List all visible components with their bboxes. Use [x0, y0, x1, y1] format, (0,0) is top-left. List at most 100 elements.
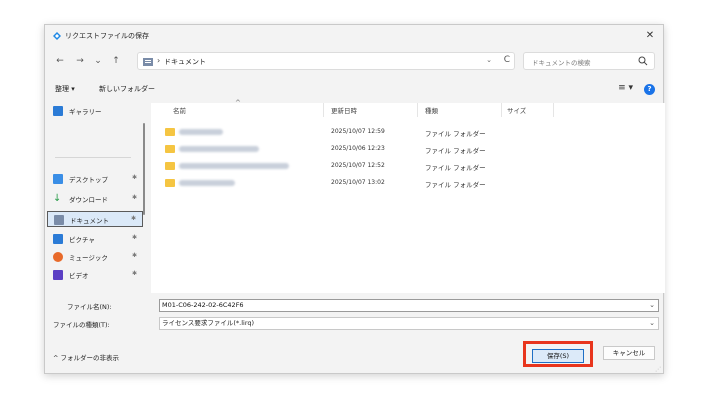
- save-button[interactable]: 保存(S): [532, 349, 584, 363]
- breadcrumb-documents[interactable]: ドキュメント: [164, 57, 206, 67]
- filetype-label: ファイルの種類(T):: [53, 321, 110, 329]
- app-diamond-icon: [53, 32, 61, 40]
- column-header-type[interactable]: 種類: [425, 105, 438, 115]
- redacted-filename: [179, 146, 259, 152]
- row-type: ファイル フォルダー: [425, 130, 486, 138]
- navigation-bar: ← → ⌄ ↑ › ドキュメント ⌄ C ドキュメントの検索: [45, 49, 663, 73]
- row-date: 2025/10/07 12:59: [331, 128, 385, 135]
- search-placeholder: ドキュメントの検索: [532, 59, 591, 67]
- pin-icon: ✱: [131, 252, 137, 259]
- sidebar-item-documents[interactable]: ドキュメント ✱: [47, 211, 143, 227]
- sort-ascending-icon: ^: [235, 99, 241, 107]
- refresh-button[interactable]: C: [504, 55, 510, 65]
- sidebar-item-pictures[interactable]: ピクチャ ✱: [47, 231, 143, 247]
- sidebar-divider: [55, 157, 131, 158]
- row-date: 2025/10/07 13:02: [331, 179, 385, 186]
- row-type: ファイル フォルダー: [425, 164, 486, 172]
- download-icon: ↓: [53, 193, 62, 204]
- save-file-dialog: リクエストファイルの保存 ✕ ← → ⌄ ↑ › ドキュメント ⌄ C ドキュメ…: [44, 24, 665, 375]
- organize-menu[interactable]: 整理 ▾: [55, 84, 75, 94]
- dialog-footer: ^ フォルダーの非表示 保存(S) キャンセル ⋰: [45, 337, 663, 375]
- table-row[interactable]: 2025/10/07 12:52 ファイル フォルダー: [151, 159, 571, 173]
- title-bar: リクエストファイルの保存 ✕: [45, 25, 663, 47]
- sidebar-item-label: ドキュメント: [70, 217, 109, 225]
- dialog-title: リクエストファイルの保存: [65, 32, 149, 40]
- sidebar-item-label: デスクトップ: [69, 176, 108, 184]
- redacted-filename: [179, 180, 235, 186]
- sidebar-item-label: ダウンロード: [69, 196, 108, 204]
- column-header-modified[interactable]: 更新日時: [331, 105, 357, 115]
- resize-grip-icon[interactable]: ⋰: [655, 366, 661, 373]
- forward-button[interactable]: →: [73, 53, 87, 69]
- desktop-icon: [53, 174, 63, 184]
- filename-label: ファイル名(N):: [67, 303, 112, 311]
- row-date: 2025/10/07 12:52: [331, 162, 385, 169]
- row-date: 2025/10/06 12:23: [331, 145, 385, 152]
- new-folder-button[interactable]: 新しいフォルダー: [99, 84, 155, 94]
- folder-icon: [165, 179, 175, 187]
- up-button[interactable]: ↑: [109, 53, 123, 69]
- pin-icon: ✱: [131, 174, 137, 181]
- table-row[interactable]: 2025/10/06 12:23 ファイル フォルダー: [151, 142, 571, 156]
- hide-folders-toggle[interactable]: ^ フォルダーの非表示: [53, 352, 119, 362]
- sidebar-item-label: ピクチャ: [69, 236, 95, 244]
- command-bar: 整理 ▾ 新しいフォルダー ≡ ▾ ?: [45, 81, 663, 99]
- row-type: ファイル フォルダー: [425, 181, 486, 189]
- column-header-size[interactable]: サイズ: [507, 105, 526, 115]
- sidebar-item-videos[interactable]: ビデオ ✱: [47, 267, 143, 283]
- row-type: ファイル フォルダー: [425, 147, 486, 155]
- filename-field[interactable]: M01-C06-242-02-6C42F6 ⌄: [159, 299, 659, 312]
- recent-locations-button[interactable]: ⌄: [91, 53, 105, 69]
- breadcrumb-separator: ›: [157, 56, 161, 65]
- folder-icon: [165, 128, 175, 136]
- save-button-highlight: 保存(S): [523, 341, 593, 367]
- pictures-icon: [53, 234, 63, 244]
- filetype-row: ファイルの種類(T): ライセンス要求ファイル(*.lirq) ⌄: [45, 317, 663, 331]
- chevron-down-icon[interactable]: ⌄: [649, 300, 655, 311]
- documents-location-icon: [143, 58, 153, 66]
- sidebar-item-label: ビデオ: [69, 272, 89, 280]
- gallery-icon: [53, 106, 63, 116]
- help-icon[interactable]: ?: [644, 84, 655, 95]
- table-row[interactable]: 2025/10/07 13:02 ファイル フォルダー: [151, 176, 571, 190]
- cancel-button[interactable]: キャンセル: [603, 346, 655, 360]
- filetype-value: ライセンス要求ファイル(*.lirq): [162, 319, 255, 327]
- column-header-name[interactable]: 名前: [173, 105, 186, 115]
- pin-icon: ✱: [131, 270, 137, 277]
- column-divider[interactable]: [323, 103, 324, 117]
- video-icon: [53, 270, 63, 280]
- sidebar-scrollbar[interactable]: [143, 123, 145, 215]
- table-row[interactable]: 2025/10/07 12:59 ファイル フォルダー: [151, 125, 571, 139]
- filetype-select[interactable]: ライセンス要求ファイル(*.lirq) ⌄: [159, 317, 659, 330]
- column-divider[interactable]: [501, 103, 502, 117]
- column-divider[interactable]: [553, 103, 554, 117]
- chevron-down-icon[interactable]: ⌄: [649, 318, 655, 329]
- sidebar-item-downloads[interactable]: ↓ ダウンロード ✱: [47, 191, 143, 207]
- column-divider[interactable]: [417, 103, 418, 117]
- redacted-filename: [179, 163, 289, 169]
- file-list: 名前 ^ 更新日時 種類 サイズ 2025/10/07 12:59 ファイル フ…: [151, 99, 665, 293]
- documents-icon: [54, 215, 64, 225]
- folder-icon: [165, 162, 175, 170]
- sidebar-item-label: ミュージック: [69, 254, 108, 262]
- folder-icon: [165, 145, 175, 153]
- sidebar-item-desktop[interactable]: デスクトップ ✱: [47, 171, 143, 187]
- view-options-button[interactable]: ≡ ▾: [618, 83, 633, 93]
- filename-row: ファイル名(N): M01-C06-242-02-6C42F6 ⌄: [45, 299, 663, 313]
- search-icon: [638, 56, 648, 66]
- music-icon: [53, 252, 63, 262]
- navigation-pane: ギャラリー デスクトップ ✱ ↓ ダウンロード ✱ ドキュメント ✱ ピクチャ …: [45, 103, 149, 293]
- pin-icon: ✱: [130, 215, 136, 222]
- pin-icon: ✱: [131, 194, 137, 201]
- pin-icon: ✱: [131, 234, 137, 241]
- back-button[interactable]: ←: [53, 53, 67, 69]
- address-dropdown-icon[interactable]: ⌄: [486, 56, 492, 64]
- search-box[interactable]: ドキュメントの検索: [523, 52, 655, 70]
- redacted-filename: [179, 129, 223, 135]
- sidebar-item-label: ギャラリー: [69, 108, 102, 116]
- sidebar-item-music[interactable]: ミュージック ✱: [47, 249, 143, 265]
- address-bar[interactable]: › ドキュメント ⌄ C: [137, 52, 515, 70]
- filename-value: M01-C06-242-02-6C42F6: [162, 301, 244, 309]
- sidebar-item-gallery[interactable]: ギャラリー: [47, 103, 143, 119]
- close-button[interactable]: ✕: [639, 27, 661, 45]
